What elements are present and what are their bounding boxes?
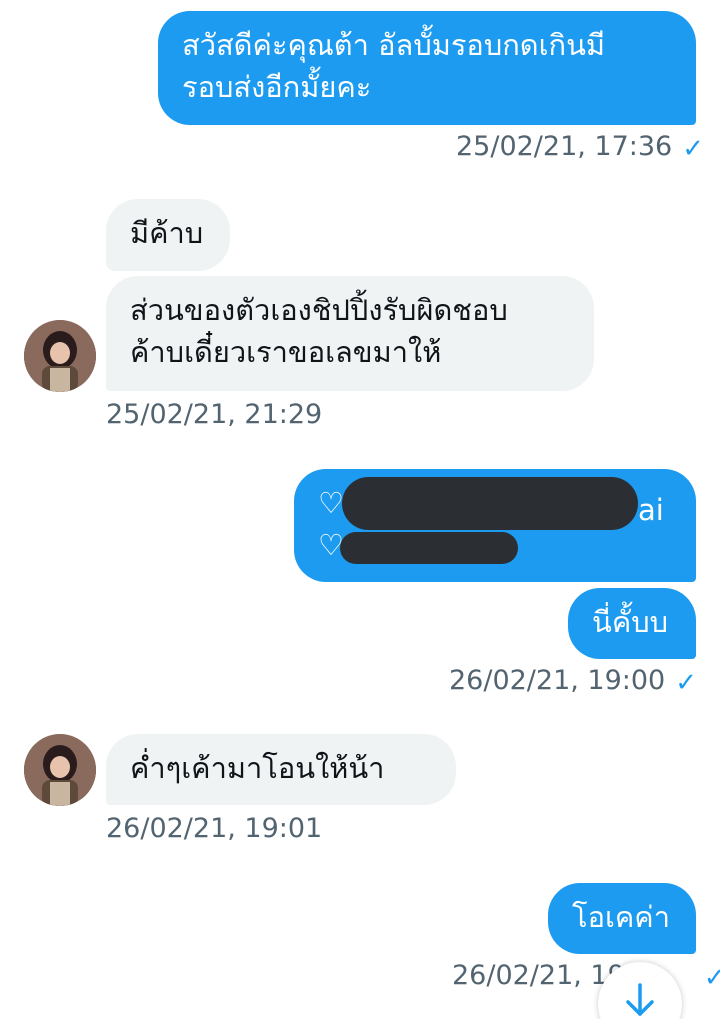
message-timestamp: 25/02/21, 21:29 [106,399,323,430]
dm-conversation: สวัสดีค่ะคุณต้า อัลบั้มรอบกดเกินมี รอบส่… [0,0,720,1019]
avatar-image [24,734,96,806]
message-timestamp: 26/02/21, 19:01 [106,813,323,844]
message-text-line: นี่คั้บบ [592,605,669,639]
check-icon: ✓ [703,963,720,993]
message-text-tail: ai [638,493,664,527]
message-timestamp: 26/02/21, 19:00 [449,665,666,696]
avatar[interactable] [24,734,96,806]
message-text-line: ส่วนของตัวเองชิปปิ้งรับผิดชอบ [130,293,508,327]
message-incoming[interactable]: ค่ำๆเค้ามาโอนให้น้า [106,734,456,805]
message-incoming[interactable]: ส่วนของตัวเองชิปปิ้งรับผิดชอบ ค้าบเดี๋ยว… [106,276,594,391]
message-incoming[interactable]: มีค้าบ [106,199,230,271]
message-outgoing[interactable]: นี่คั้บบ [568,588,696,659]
avatar-image [24,320,96,392]
redaction-block [342,477,638,530]
message-meta: 25/02/21, 17:36 ✓ [456,130,704,166]
message-meta: 25/02/21, 21:29 [106,398,322,432]
message-meta: 26/02/21, 19:01 [106,812,322,846]
message-text-line: รอบส่งอีกมั้ยคะ [182,70,372,104]
message-outgoing[interactable]: โอเคค่า [548,883,696,954]
redaction-block [340,532,518,564]
message-text-line: ค้าบเดี๋ยวเราขอเลขมาให้ [130,335,442,369]
message-outgoing[interactable]: สวัสดีค่ะคุณต้า อัลบั้มรอบกดเกินมี รอบส่… [158,11,696,125]
message-text-line: ค่ำๆเค้ามาโอนให้น้า [130,751,385,785]
avatar[interactable] [24,320,96,392]
arrow-down-icon [626,983,654,1016]
message-timestamp: 25/02/21, 17:36 [456,131,673,162]
check-icon: ✓ [675,668,698,698]
check-icon: ✓ [682,134,705,164]
message-text-line: โอเคค่า [572,900,670,934]
message-text-line: มีค้าบ [130,216,204,250]
message-meta: 26/02/21, 19:00 ✓ [449,664,697,700]
message-text-line: สวัสดีค่ะคุณต้า อัลบั้มรอบกดเกินมี [182,28,606,62]
